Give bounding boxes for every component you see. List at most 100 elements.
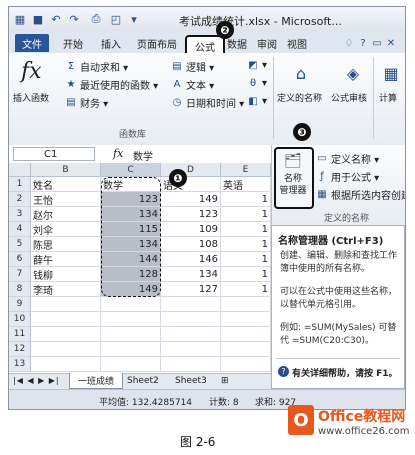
- cell-e12[interactable]: [221, 342, 271, 357]
- cell-e7[interactable]: 1: [221, 267, 271, 282]
- help-icon[interactable]: ?: [357, 37, 369, 49]
- cell-b5[interactable]: 陈思: [31, 237, 101, 252]
- cell-b10[interactable]: [31, 312, 101, 327]
- tab-page-layout[interactable]: 页面布局: [137, 36, 177, 51]
- cell-d7[interactable]: 134: [161, 267, 221, 282]
- cell-d10[interactable]: [161, 312, 221, 327]
- row-header[interactable]: 5: [9, 237, 31, 252]
- cell-b11[interactable]: [31, 327, 101, 342]
- cell-e5[interactable]: 1: [221, 237, 271, 252]
- cell-d12[interactable]: [161, 342, 221, 357]
- row-header[interactable]: 9: [9, 297, 31, 312]
- autosum-button[interactable]: Σ 自动求和 ▾: [65, 59, 128, 74]
- defined-names-button[interactable]: 定义的名称: [277, 91, 322, 104]
- cell-b12[interactable]: [31, 342, 101, 357]
- cell-b9[interactable]: [31, 297, 101, 312]
- cell-d6[interactable]: 146: [161, 252, 221, 267]
- calculation-button[interactable]: 计算: [379, 91, 397, 104]
- row-header[interactable]: 12: [9, 342, 31, 357]
- cell-d8[interactable]: 127: [161, 282, 221, 297]
- row-header[interactable]: 4: [9, 222, 31, 237]
- insert-function-label[interactable]: 插入函数: [13, 91, 49, 104]
- row-header[interactable]: 2: [9, 192, 31, 207]
- cell-b13[interactable]: [31, 357, 101, 372]
- row-header[interactable]: 10: [9, 312, 31, 327]
- cell-e9[interactable]: [221, 297, 271, 312]
- cell-e2[interactable]: 1: [221, 192, 271, 207]
- tab-view[interactable]: 视图: [287, 36, 307, 51]
- row-header[interactable]: 8: [9, 282, 31, 297]
- text-button[interactable]: A 文本 ▾: [171, 77, 215, 92]
- date-time-button[interactable]: ◷ 日期和时间 ▾: [171, 95, 245, 110]
- restore-icon[interactable]: ▭: [371, 37, 383, 49]
- cell-b2[interactable]: 王怡: [31, 192, 101, 207]
- cell-b8[interactable]: 李琦: [31, 282, 101, 297]
- cell-b1[interactable]: 姓名: [31, 177, 101, 192]
- cell-b6[interactable]: 薛午: [31, 252, 101, 267]
- worksheet-grid[interactable]: B C D E 1姓名数学语文英语2王怡12314913赵尔13412314刘伞…: [9, 163, 271, 375]
- cell-e6[interactable]: 1: [221, 252, 271, 267]
- select-all[interactable]: [9, 163, 31, 177]
- logical-button[interactable]: ▤ 逻辑 ▾: [171, 59, 214, 74]
- cell-b7[interactable]: 钱柳: [31, 267, 101, 282]
- column-header[interactable]: E: [221, 163, 271, 177]
- tab-review[interactable]: 审阅: [257, 36, 277, 51]
- cell-b3[interactable]: 赵尔: [31, 207, 101, 222]
- redo-icon[interactable]: ↷: [67, 12, 81, 26]
- tab-data[interactable]: 数据: [227, 36, 247, 51]
- cell-c11[interactable]: [101, 327, 161, 342]
- name-manager-button[interactable]: 🗂 名称 管理器: [274, 147, 314, 209]
- row-header[interactable]: 7: [9, 267, 31, 282]
- insert-sheet-icon[interactable]: ⊞: [221, 376, 229, 386]
- cell-c10[interactable]: [101, 312, 161, 327]
- cell-e4[interactable]: 1: [221, 222, 271, 237]
- cell-e13[interactable]: [221, 357, 271, 372]
- define-name-button[interactable]: ▭ 定义名称 ▾: [316, 151, 379, 166]
- tab-insert[interactable]: 插入: [101, 36, 121, 51]
- cell-d2[interactable]: 149: [161, 192, 221, 207]
- tab-home[interactable]: 开始: [63, 36, 83, 51]
- row-header[interactable]: 3: [9, 207, 31, 222]
- qat-dropdown-icon[interactable]: ▾: [127, 12, 141, 26]
- sheet-tab[interactable]: Sheet2: [127, 376, 159, 386]
- column-header[interactable]: C: [101, 163, 161, 177]
- financial-button[interactable]: ▤ 财务 ▾: [65, 95, 108, 110]
- close-icon[interactable]: ✕: [385, 37, 397, 49]
- cell-c9[interactable]: [101, 297, 161, 312]
- insert-function-icon[interactable]: fx: [21, 59, 42, 84]
- name-box[interactable]: C1: [13, 147, 95, 161]
- formula-content[interactable]: 数学: [133, 148, 153, 163]
- sheet-nav-arrows[interactable]: |◀ ◀ ▶ ▶|: [13, 376, 60, 385]
- row-header[interactable]: 11: [9, 327, 31, 342]
- cell-e8[interactable]: 1: [221, 282, 271, 297]
- cell-e1[interactable]: 英语: [221, 177, 271, 192]
- cell-d3[interactable]: 123: [161, 207, 221, 222]
- cell-d9[interactable]: [161, 297, 221, 312]
- tab-file[interactable]: 文件: [15, 34, 49, 52]
- formula-auditing-button[interactable]: 公式审核: [331, 91, 367, 104]
- save-icon[interactable]: ■: [31, 12, 45, 26]
- cell-e3[interactable]: 1: [221, 207, 271, 222]
- create-from-selection-button[interactable]: ▦ 根据所选内容创建: [316, 187, 405, 202]
- more-functions-button[interactable]: ◧ ▾: [247, 95, 267, 107]
- row-header[interactable]: 1: [9, 177, 31, 192]
- cell-c13[interactable]: [101, 357, 161, 372]
- print-icon[interactable]: ⎙: [89, 12, 103, 26]
- cell-d4[interactable]: 109: [161, 222, 221, 237]
- cell-e11[interactable]: [221, 327, 271, 342]
- lookup-button[interactable]: ◩ ▾: [247, 59, 267, 71]
- recent-functions-button[interactable]: ★ 最近使用的函数 ▾: [65, 77, 159, 92]
- sheet-tab[interactable]: Sheet3: [175, 376, 207, 386]
- cell-d11[interactable]: [161, 327, 221, 342]
- minimize-ribbon-icon[interactable]: ♢: [343, 37, 355, 49]
- column-header[interactable]: B: [31, 163, 101, 177]
- row-header[interactable]: 6: [9, 252, 31, 267]
- undo-icon[interactable]: ↶: [49, 12, 63, 26]
- cell-c12[interactable]: [101, 342, 161, 357]
- fx-icon[interactable]: fx: [113, 147, 123, 160]
- cell-b4[interactable]: 刘伞: [31, 222, 101, 237]
- row-header[interactable]: 13: [9, 357, 31, 372]
- sheet-tab-active[interactable]: 一班成绩: [69, 373, 123, 389]
- use-in-formula-button[interactable]: ƒ 用于公式 ▾: [316, 169, 379, 184]
- cell-e10[interactable]: [221, 312, 271, 327]
